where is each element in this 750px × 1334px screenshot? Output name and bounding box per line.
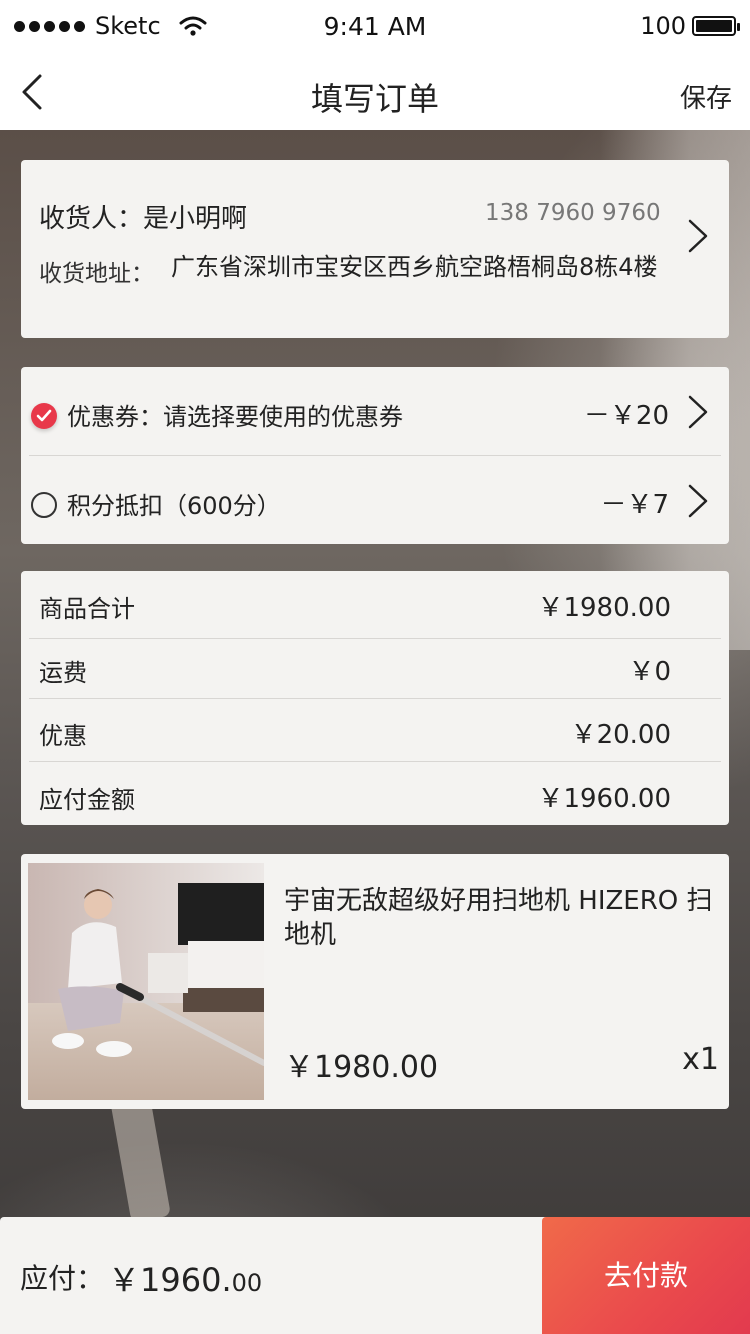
coupon-value: －￥20 bbox=[583, 401, 669, 431]
summary-row-shipping: 运费 ￥0 bbox=[21, 635, 729, 698]
chevron-right-icon bbox=[688, 395, 708, 429]
address-label: 收货地址： bbox=[39, 261, 154, 287]
amount-due-decimal: 00 bbox=[231, 1269, 263, 1297]
address-text: 广东省深圳市宝安区西乡航空路梧桐岛8栋4楼 bbox=[171, 253, 658, 281]
navigation-bar: 填写订单 保存 bbox=[0, 56, 750, 130]
summary-row-total: 应付金额 ￥1960.00 bbox=[21, 762, 729, 825]
points-row[interactable]: 积分抵扣（600分） －￥7 bbox=[21, 456, 729, 544]
page-title: 填写订单 bbox=[310, 80, 439, 118]
product-quantity: x1 bbox=[682, 1042, 719, 1077]
recipient-phone: 138 7960 9760 bbox=[485, 200, 661, 226]
summary-label: 优惠 bbox=[39, 722, 87, 750]
coupon-label: 优惠券：请选择要使用的优惠券 bbox=[67, 403, 403, 431]
summary-label: 应付金额 bbox=[39, 786, 135, 814]
product-image bbox=[28, 863, 264, 1100]
status-bar: Sketc 9:41 AM 100 bbox=[0, 0, 750, 56]
coupon-row[interactable]: 优惠券：请选择要使用的优惠券 －￥20 bbox=[21, 367, 729, 455]
amount-due-value: ￥1960.00 bbox=[108, 1255, 262, 1301]
chevron-right-icon bbox=[688, 484, 708, 518]
summary-value: ￥20.00 bbox=[570, 720, 671, 750]
recipient-name: 收货人：是小明啊 bbox=[39, 204, 248, 234]
discount-options-card: 优惠券：请选择要使用的优惠券 －￥20 积分抵扣（600分） －￥7 bbox=[21, 367, 729, 544]
summary-row-subtotal: 商品合计 ￥1980.00 bbox=[21, 571, 729, 634]
chevron-right-icon bbox=[688, 219, 708, 253]
product-price: ￥1980.00 bbox=[284, 1050, 439, 1085]
product-card[interactable]: 宇宙无敌超级好用扫地机 HIZERO 扫地机 ￥1980.00 x1 bbox=[21, 854, 729, 1109]
status-time: 9:41 AM bbox=[323, 12, 427, 41]
summary-value: ￥0 bbox=[628, 657, 671, 687]
points-label: 积分抵扣（600分） bbox=[67, 492, 281, 520]
amount-due-main: ￥1960. bbox=[108, 1261, 232, 1299]
product-title: 宇宙无敌超级好用扫地机 HIZERO 扫地机 bbox=[284, 886, 713, 950]
points-value: －￥7 bbox=[600, 490, 669, 520]
summary-value: ￥1960.00 bbox=[537, 784, 671, 814]
summary-row-discount: 优惠 ￥20.00 bbox=[21, 698, 729, 761]
radio-unchecked-icon[interactable] bbox=[31, 492, 57, 518]
battery-icon bbox=[692, 16, 740, 36]
battery-percent: 100 bbox=[640, 12, 686, 40]
shipping-address-card[interactable]: 收货人：是小明啊 138 7960 9760 收货地址： 广东省深圳市宝安区西乡… bbox=[21, 160, 729, 338]
amount-due-label: 应付： bbox=[20, 1262, 105, 1295]
price-summary-card: 商品合计 ￥1980.00 运费 ￥0 优惠 ￥20.00 应付金额 ￥1960… bbox=[21, 571, 729, 825]
save-button[interactable]: 保存 bbox=[680, 78, 732, 115]
summary-value: ￥1980.00 bbox=[537, 593, 671, 623]
summary-label: 运费 bbox=[39, 659, 87, 687]
checked-icon[interactable] bbox=[31, 403, 57, 429]
status-right: 100 bbox=[640, 12, 740, 40]
pay-button[interactable]: 去付款 bbox=[542, 1217, 750, 1334]
summary-label: 商品合计 bbox=[39, 595, 135, 623]
